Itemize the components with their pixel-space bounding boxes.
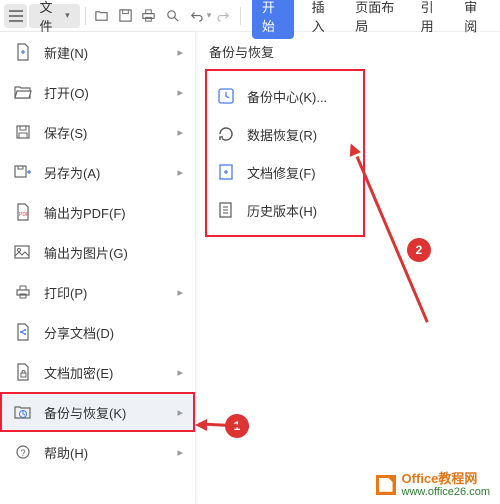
menu-item-new[interactable]: 新建(N) ▸ bbox=[0, 32, 195, 72]
menu-label: 分享文档(D) bbox=[44, 323, 183, 342]
hamburger-icon bbox=[9, 10, 23, 22]
menu-label: 输出为图片(G) bbox=[44, 243, 183, 262]
help-icon: ? bbox=[12, 441, 34, 463]
annotation-badge-2: 2 bbox=[407, 238, 431, 262]
menu-item-open[interactable]: 打开(O) ▸ bbox=[0, 72, 195, 112]
menu-item-backup[interactable]: 备份与恢复(K) ▸ bbox=[0, 392, 195, 432]
chevron-right-icon: ▸ bbox=[177, 286, 183, 299]
undo-chevron-icon[interactable]: ▾ bbox=[207, 10, 212, 21]
menu-item-share[interactable]: 分享文档(D) bbox=[0, 312, 195, 352]
ribbon-tabs: 开始 插入 页面布局 引用 审阅 bbox=[246, 0, 496, 32]
office-logo-icon bbox=[376, 475, 396, 495]
redo-icon[interactable] bbox=[213, 4, 235, 28]
save-as-icon bbox=[12, 161, 34, 183]
image-export-icon bbox=[12, 241, 34, 263]
file-menu-panel: 新建(N) ▸ 打开(O) ▸ 保存(S) ▸ 另存为(A) ▸ PDF 输出为… bbox=[0, 32, 196, 504]
repair-icon bbox=[215, 161, 237, 183]
menu-label: 保存(S) bbox=[44, 123, 177, 142]
pdf-icon: PDF bbox=[12, 201, 34, 223]
new-file-icon bbox=[12, 41, 34, 63]
submenu-label: 文档修复(F) bbox=[247, 163, 316, 182]
menu-item-print[interactable]: 打印(P) ▸ bbox=[0, 272, 195, 312]
lock-icon bbox=[12, 361, 34, 383]
menu-item-exportpdf[interactable]: PDF 输出为PDF(F) bbox=[0, 192, 195, 232]
history-icon bbox=[215, 199, 237, 221]
file-menu-button[interactable]: 文件 ▾ bbox=[29, 4, 79, 28]
backup-submenu: 备份与恢复 备份中心(K)... 数据恢复(R) 文档修复(F) 历史版本(H) bbox=[205, 42, 365, 237]
chevron-right-icon: ▸ bbox=[177, 366, 183, 379]
menu-item-saveas[interactable]: 另存为(A) ▸ bbox=[0, 152, 195, 192]
watermark-url: www.office26.com bbox=[402, 486, 490, 498]
recovery-icon bbox=[215, 123, 237, 145]
backup-center-icon bbox=[215, 85, 237, 107]
menu-item-encrypt[interactable]: 文档加密(E) ▸ bbox=[0, 352, 195, 392]
annotation-arrowhead bbox=[195, 419, 207, 431]
submenu-highlight-box: 备份中心(K)... 数据恢复(R) 文档修复(F) 历史版本(H) bbox=[205, 69, 365, 237]
submenu-item-doc-repair[interactable]: 文档修复(F) bbox=[209, 153, 361, 191]
menu-button[interactable] bbox=[4, 4, 27, 28]
share-icon bbox=[12, 321, 34, 343]
content-area: 新建(N) ▸ 打开(O) ▸ 保存(S) ▸ 另存为(A) ▸ PDF 输出为… bbox=[0, 32, 500, 504]
print-icon[interactable] bbox=[138, 4, 160, 28]
undo-icon[interactable] bbox=[185, 4, 207, 28]
folder-open-icon bbox=[12, 81, 34, 103]
submenu-item-history[interactable]: 历史版本(H) bbox=[209, 191, 361, 229]
chevron-right-icon: ▸ bbox=[177, 446, 183, 459]
submenu-item-data-recovery[interactable]: 数据恢复(R) bbox=[209, 115, 361, 153]
chevron-right-icon: ▸ bbox=[177, 46, 183, 59]
open-icon[interactable] bbox=[91, 4, 113, 28]
menu-item-help[interactable]: ? 帮助(H) ▸ bbox=[0, 432, 195, 472]
main-toolbar: 文件 ▾ ▾ 开始 插入 页面布局 引用 审阅 bbox=[0, 0, 500, 32]
menu-label: 帮助(H) bbox=[44, 443, 177, 462]
chevron-right-icon: ▸ bbox=[177, 166, 183, 179]
file-menu-label: 文件 bbox=[39, 0, 62, 35]
menu-item-exportimg[interactable]: 输出为图片(G) bbox=[0, 232, 195, 272]
save-icon[interactable] bbox=[114, 4, 136, 28]
menu-label: 备份与恢复(K) bbox=[44, 403, 177, 422]
chevron-down-icon: ▾ bbox=[65, 10, 70, 21]
submenu-item-backup-center[interactable]: 备份中心(K)... bbox=[209, 77, 361, 115]
menu-item-save[interactable]: 保存(S) ▸ bbox=[0, 112, 195, 152]
chevron-right-icon: ▸ bbox=[177, 126, 183, 139]
chevron-right-icon: ▸ bbox=[177, 406, 183, 419]
separator bbox=[240, 7, 241, 25]
submenu-label: 历史版本(H) bbox=[247, 201, 317, 220]
separator bbox=[85, 7, 86, 25]
svg-text:PDF: PDF bbox=[19, 212, 29, 218]
watermark-brand: Office教程网 bbox=[402, 472, 490, 486]
svg-text:?: ? bbox=[21, 448, 26, 458]
submenu-label: 数据恢复(R) bbox=[247, 125, 317, 144]
menu-label: 打开(O) bbox=[44, 83, 177, 102]
menu-label: 另存为(A) bbox=[44, 163, 177, 182]
chevron-right-icon: ▸ bbox=[177, 86, 183, 99]
save-icon bbox=[12, 121, 34, 143]
submenu-title: 备份与恢复 bbox=[205, 42, 365, 61]
menu-label: 新建(N) bbox=[44, 43, 177, 62]
watermark: Office教程网 www.office26.com bbox=[376, 472, 490, 498]
backup-icon bbox=[12, 401, 34, 423]
menu-label: 文档加密(E) bbox=[44, 363, 177, 382]
menu-label: 输出为PDF(F) bbox=[44, 203, 183, 222]
menu-label: 打印(P) bbox=[44, 283, 177, 302]
printer-icon bbox=[12, 281, 34, 303]
submenu-label: 备份中心(K)... bbox=[247, 87, 327, 106]
print-preview-icon[interactable] bbox=[162, 4, 184, 28]
